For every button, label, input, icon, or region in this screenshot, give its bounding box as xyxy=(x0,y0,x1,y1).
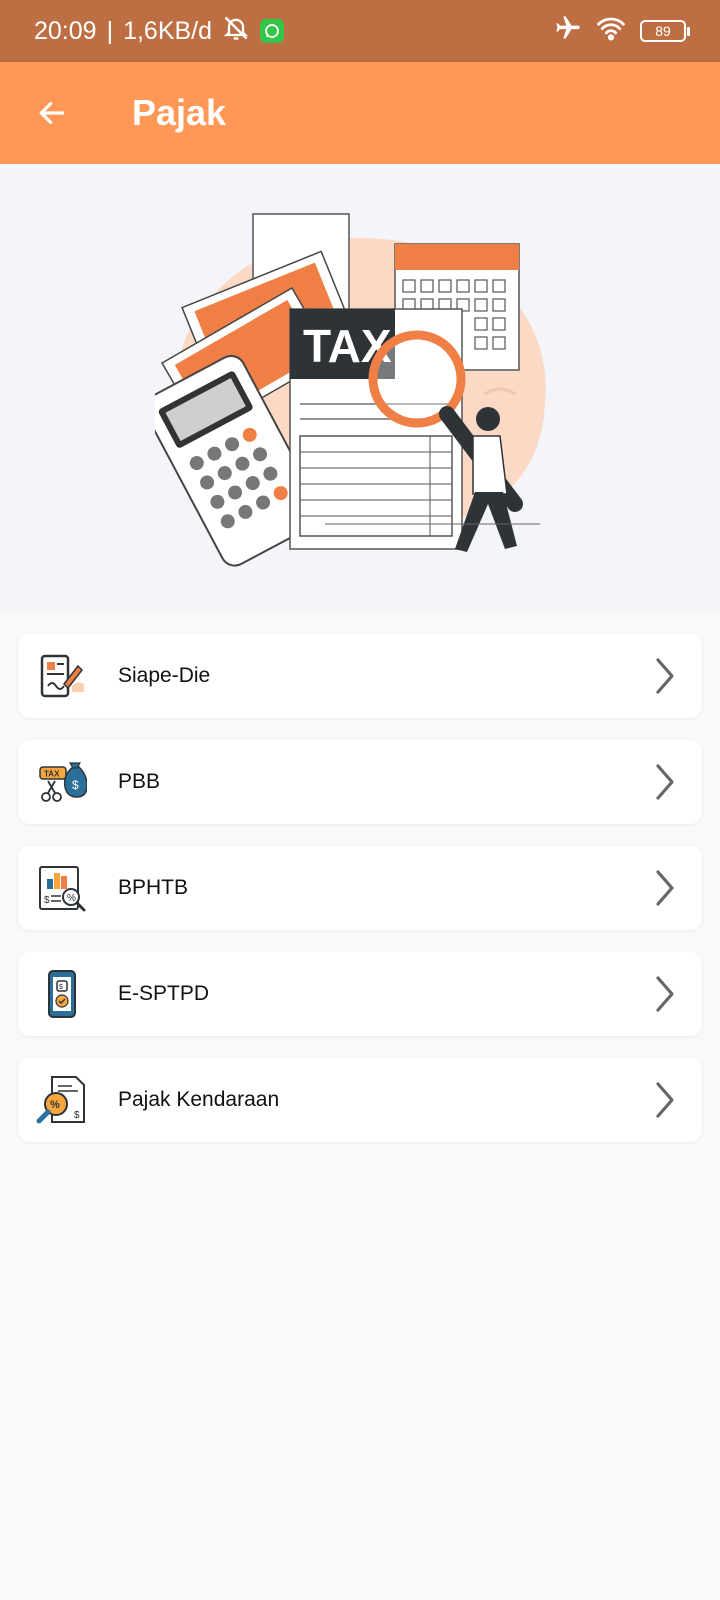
whatsapp-icon xyxy=(260,19,285,43)
tax-money-bag-icon: TAX $ xyxy=(36,756,88,808)
network-speed: 1,6KB/d xyxy=(123,16,213,45)
chevron-right-icon xyxy=(650,974,680,1014)
battery-level: 89 xyxy=(655,23,671,39)
chevron-right-icon xyxy=(650,656,680,696)
tax-illustration: TAX xyxy=(155,213,546,567)
battery-indicator: 89 xyxy=(640,20,690,42)
menu-item-label: BPHTB xyxy=(118,876,189,899)
status-right: 89 xyxy=(554,14,690,49)
svg-text:$: $ xyxy=(59,984,63,991)
menu-item-pajak-kendaraan[interactable]: $ % Pajak Kendaraan xyxy=(18,1058,702,1142)
bell-off-icon xyxy=(222,14,250,49)
document-sign-icon xyxy=(36,650,88,702)
menu-item-label: Siape-Die xyxy=(118,664,211,687)
chevron-right-icon xyxy=(650,868,680,908)
menu-item-label: Pajak Kendaraan xyxy=(118,1088,280,1111)
svg-text:$: $ xyxy=(74,1110,80,1121)
menu-item-pbb[interactable]: TAX $ PBB xyxy=(18,740,702,824)
status-time: 20:09 xyxy=(34,16,97,45)
arrow-left-icon xyxy=(39,102,65,124)
chevron-right-icon xyxy=(650,1080,680,1120)
app-bar: Pajak xyxy=(0,62,720,164)
menu-item-e-sptpd[interactable]: $ E-SPTPD xyxy=(18,952,702,1036)
status-bar: 20:09 | 1,6KB/d 89 xyxy=(0,0,720,62)
mobile-tax-icon: $ xyxy=(36,968,88,1020)
tax-menu-list: Siape-Die TAX $ PBB $ % BPHTB $ E-SPTPD … xyxy=(18,634,702,1164)
status-left: 20:09 | 1,6KB/d xyxy=(34,14,285,49)
tax-report-chart-icon: $ % xyxy=(36,862,88,914)
svg-text:%: % xyxy=(67,893,76,904)
svg-text:%: % xyxy=(50,1099,60,1111)
tax-document-search-icon: $ % xyxy=(36,1074,88,1126)
page-title: Pajak xyxy=(132,92,227,133)
chevron-right-icon xyxy=(650,762,680,802)
menu-item-label: PBB xyxy=(118,770,161,793)
wifi-icon xyxy=(596,15,626,48)
menu-item-label: E-SPTPD xyxy=(118,982,210,1005)
hero-banner: TAX xyxy=(0,164,720,610)
status-separator: | xyxy=(106,16,114,45)
svg-text:$: $ xyxy=(44,895,50,906)
back-button[interactable] xyxy=(22,83,82,143)
svg-text:$: $ xyxy=(72,778,79,792)
menu-item-bphtb[interactable]: $ % BPHTB xyxy=(18,846,702,930)
svg-text:TAX: TAX xyxy=(44,770,60,779)
airplane-icon xyxy=(554,14,582,49)
menu-item-siape-die[interactable]: Siape-Die xyxy=(18,634,702,718)
